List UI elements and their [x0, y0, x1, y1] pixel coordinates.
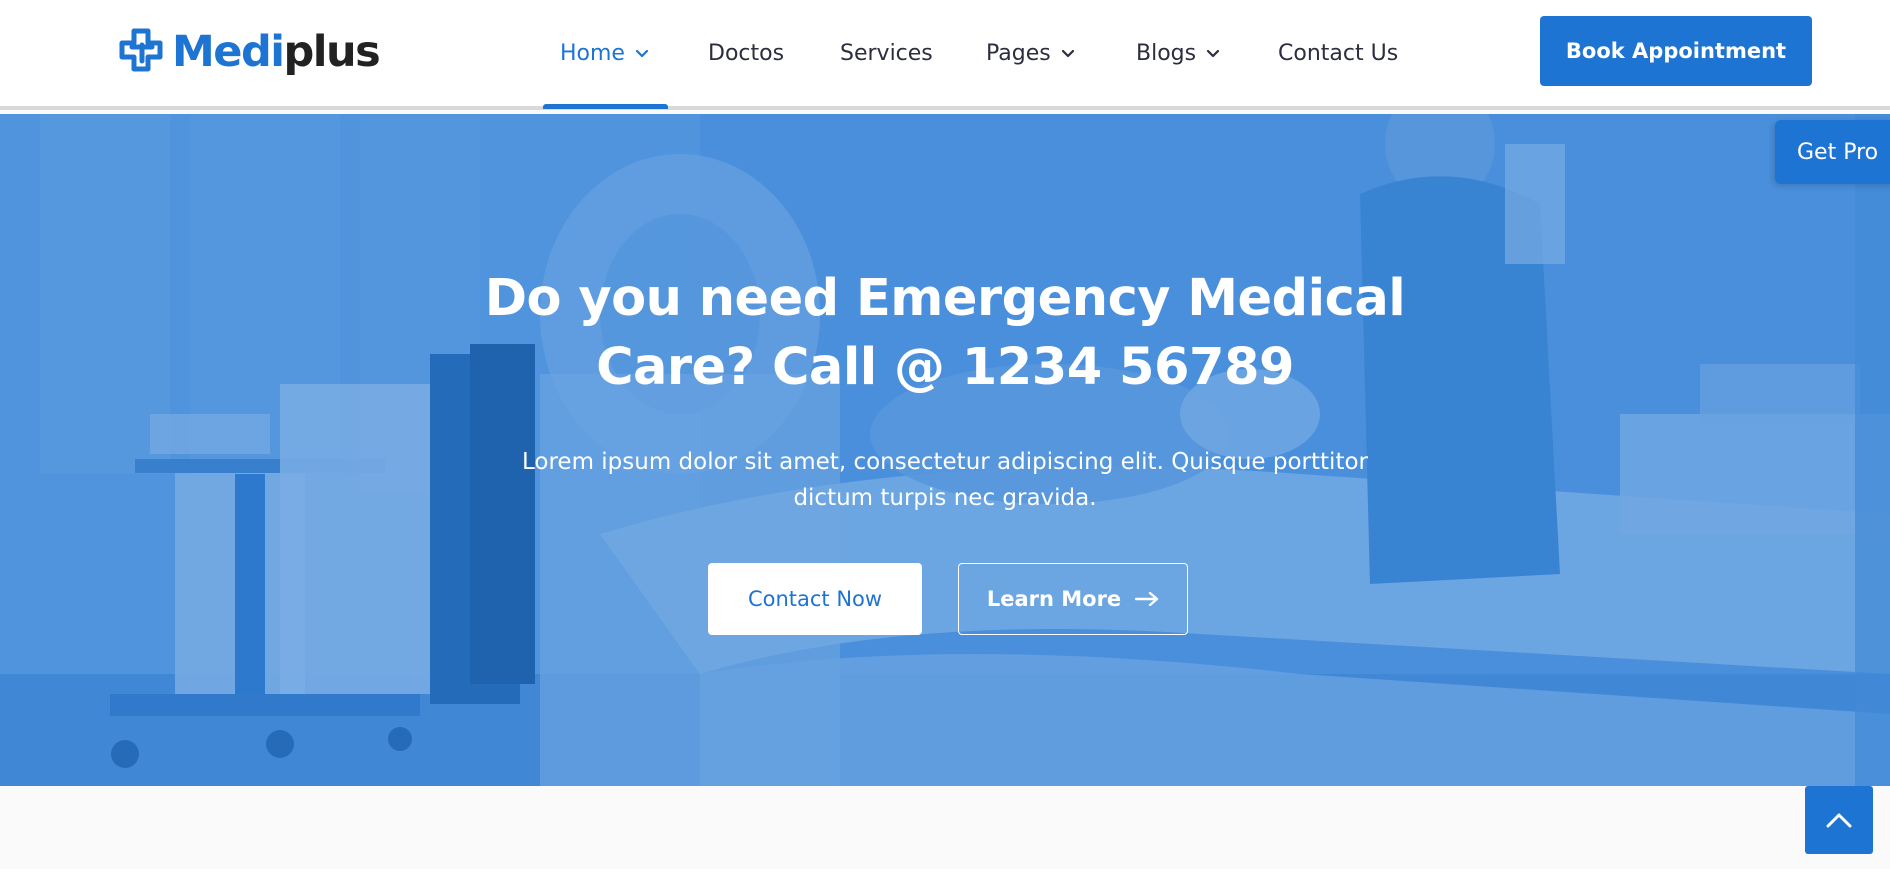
brand-logo[interactable]: Mediplus [118, 24, 381, 80]
nav-item-services[interactable]: Services [840, 0, 933, 106]
nav-item-label: Pages [986, 40, 1051, 66]
brand-name-part1: Medi [172, 26, 285, 77]
chevron-down-icon [1206, 49, 1220, 58]
hero-section: Do you need Emergency Medical Care? Call… [0, 114, 1890, 786]
chevron-down-icon [1061, 49, 1074, 58]
nav-item-blogs[interactable]: Blogs [1136, 0, 1220, 106]
nav-item-label: Contact Us [1278, 40, 1399, 66]
nav-item-label: Home [560, 40, 625, 66]
book-appointment-button[interactable]: Book Appointment [1540, 16, 1812, 86]
nav-item-pages[interactable]: Pages [986, 0, 1075, 106]
get-pro-button[interactable]: Get Pro [1775, 120, 1890, 184]
site-header: Mediplus Home Doctos Services Pages Blog… [0, 0, 1890, 110]
scroll-to-top-button[interactable] [1805, 786, 1873, 854]
contact-now-button[interactable]: Contact Now [708, 563, 922, 635]
hero-subtitle: Lorem ipsum dolor sit amet, consectetur … [495, 444, 1395, 516]
brand-name-part2: plus [283, 26, 380, 77]
hero-title-line1: Do you need Emergency Medical [484, 269, 1406, 328]
learn-more-label: Learn More [986, 587, 1122, 611]
brand-name: Mediplus [172, 30, 381, 74]
nav-item-home[interactable]: Home [560, 0, 649, 106]
medical-cross-logo-icon [119, 28, 163, 72]
nav-item-doctors[interactable]: Doctos [708, 0, 784, 106]
learn-more-button[interactable]: Learn More [958, 563, 1188, 635]
arrow-right-icon [1135, 592, 1159, 606]
nav-item-label: Services [840, 40, 933, 66]
hero-title: Do you need Emergency Medical Care? Call… [445, 264, 1445, 402]
chevron-down-icon [635, 49, 649, 58]
hero-subtitle-line2: dictum turpis nec gravida. [793, 485, 1097, 511]
hero-title-line2: Care? Call @ 1234 56789 [596, 338, 1294, 397]
active-nav-indicator [543, 104, 668, 109]
chevron-up-icon [1826, 813, 1852, 828]
hero-subtitle-line1: Lorem ipsum dolor sit amet, consectetur … [521, 449, 1368, 475]
nav-item-label: Doctos [708, 40, 785, 66]
nav-item-label: Blogs [1136, 40, 1197, 66]
nav-item-contact-us[interactable]: Contact Us [1278, 0, 1398, 106]
